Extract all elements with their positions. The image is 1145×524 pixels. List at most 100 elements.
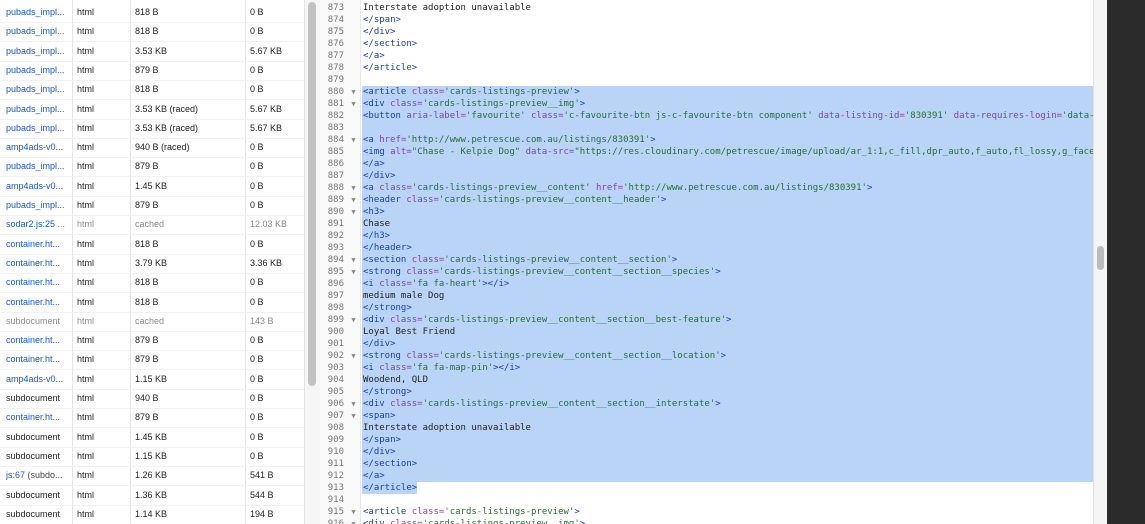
- request-transferred: 940 B (raced): [135, 142, 190, 153]
- request-name: pubads_impl...: [6, 196, 68, 215]
- line-number: 885: [327, 147, 344, 157]
- network-row[interactable]: sodar2.js:25 ... html cached 12.03 KB: [0, 215, 304, 236]
- line-number: 909: [327, 435, 344, 445]
- fold-triangle-icon[interactable]: ▼: [349, 266, 358, 278]
- line-code: </div>: [362, 338, 1093, 350]
- code-string: 'cards-listings-preview__img': [422, 99, 580, 109]
- request-transferred: 1.14 KB: [135, 508, 168, 519]
- line-code: Chase: [362, 218, 1093, 230]
- request-name-text: pubads_impl...: [6, 45, 65, 56]
- network-row[interactable]: pubads_impl... html 3.53 KB 5.67 KB: [0, 42, 304, 62]
- network-row[interactable]: amp4ads-v0... html 940 B (raced) 0 B: [0, 138, 304, 159]
- network-scrollbar-thumb[interactable]: [308, 2, 316, 386]
- request-type: html: [77, 238, 95, 249]
- code-string: 'cards-listings-preview__img': [422, 519, 580, 524]
- line-code: <article class='cards-listings-preview'>: [362, 86, 1093, 98]
- source-line: 879: [320, 74, 1093, 86]
- source-scrollbar-thumb[interactable]: [1097, 246, 1104, 270]
- fold-triangle-icon[interactable]: ▼: [349, 98, 358, 110]
- fold-triangle-icon[interactable]: ▼: [349, 254, 358, 266]
- source-line: 889 ▼ <header class='cards-listings-previe…: [320, 194, 1093, 206]
- network-row[interactable]: subdocument html 1.45 KB 0 B: [0, 428, 304, 448]
- fold-triangle-icon[interactable]: ▼: [349, 518, 358, 524]
- code-tag: <strong: [363, 267, 407, 277]
- network-row[interactable]: pubads_impl... html 879 B 0 B: [0, 157, 304, 178]
- line-number: 906: [327, 399, 344, 409]
- line-number: 901: [327, 339, 344, 349]
- fold-triangle-icon[interactable]: ▼: [349, 410, 358, 422]
- network-row[interactable]: container.ht... html 818 B 0 B: [0, 235, 304, 255]
- fold-triangle-icon[interactable]: ▼: [349, 314, 358, 326]
- network-row[interactable]: pubads_impl... html 3.53 KB (raced) 5.67 KB: [0, 100, 304, 120]
- network-row[interactable]: pubads_impl... html 3.53 KB (raced) 5.67 KB: [0, 119, 304, 139]
- code-text: Woodend, QLD: [363, 375, 429, 385]
- network-row[interactable]: subdocument html 1.15 KB 0 B: [0, 447, 304, 467]
- source-line: 904 Woodend, QLD: [320, 374, 1093, 386]
- response-source-view: 873 Interstate adoption unavailable 874 </s…: [320, 0, 1093, 524]
- network-row[interactable]: pubads_impl... html 879 B 0 B: [0, 196, 304, 216]
- request-size: 0 B: [250, 373, 264, 384]
- fold-triangle-icon[interactable]: ▼: [349, 194, 358, 206]
- source-line: 909 </span>: [320, 434, 1093, 446]
- network-scrollbar[interactable]: [304, 0, 321, 524]
- network-row[interactable]: container.ht... html 879 B 0 B: [0, 331, 304, 352]
- network-row[interactable]: subdocument html 940 B 0 B: [0, 389, 304, 409]
- request-transferred: 1.15 KB: [135, 450, 168, 461]
- line-number: 873: [327, 3, 344, 13]
- fold-triangle-icon[interactable]: ▼: [349, 182, 358, 194]
- fold-triangle-icon[interactable]: ▼: [349, 506, 358, 518]
- line-code: Loyal Best Friend: [362, 326, 1093, 338]
- source-line: 874 </span>: [320, 14, 1093, 26]
- code-tag: <article: [363, 507, 412, 517]
- request-transferred: 818 B: [135, 296, 159, 307]
- network-row[interactable]: subdocument html cached 143 B: [0, 312, 304, 332]
- code-tag: <img: [363, 147, 391, 157]
- network-row[interactable]: pubads_impl... html 879 B 0 B: [0, 61, 304, 81]
- network-row[interactable]: pubads_impl... html 818 B 0 B: [0, 80, 304, 101]
- fold-triangle-icon[interactable]: ▼: [349, 398, 358, 410]
- line-number: 878: [327, 63, 344, 73]
- code-attr: class=: [406, 267, 439, 277]
- code-tag: </span>: [363, 435, 401, 445]
- line-code: </section>: [363, 38, 417, 50]
- code-tag: >: [579, 519, 586, 524]
- fold-triangle-icon[interactable]: ▼: [349, 134, 358, 146]
- network-row[interactable]: amp4ads-v0... html 1.45 KB 0 B: [0, 177, 304, 197]
- line-number: 876: [327, 39, 344, 49]
- network-row[interactable]: container.ht... html 879 B 0 B: [0, 408, 304, 429]
- network-row[interactable]: container.ht... html 3.79 KB 3.36 KB: [0, 254, 304, 274]
- fold-triangle-icon[interactable]: ▼: [349, 86, 358, 98]
- code-string: 'favourite': [465, 111, 526, 121]
- fold-triangle-icon[interactable]: ▼: [349, 350, 358, 362]
- request-size: 0 B: [250, 450, 264, 461]
- network-row[interactable]: pubads_impl... html 818 B 0 B: [0, 3, 304, 23]
- network-row[interactable]: pubads_impl... html 818 B 0 B: [0, 22, 304, 43]
- code-text: medium male Dog: [363, 291, 445, 301]
- request-size: 5.67 KB: [250, 45, 283, 56]
- source-line: 894 ▼ <section class='cards-listings-previ…: [320, 254, 1093, 266]
- request-name: subdocument: [6, 447, 68, 466]
- network-row[interactable]: amp4ads-v0... html 1.15 KB 0 B: [0, 370, 304, 390]
- request-name-text: container.ht...: [6, 257, 61, 268]
- network-row[interactable]: container.ht... html 879 B 0 B: [0, 350, 304, 371]
- code-tag: </div>: [363, 447, 396, 457]
- network-row[interactable]: container.ht... html 818 B 0 B: [0, 273, 304, 294]
- request-type: html: [77, 142, 95, 153]
- code-tag: ></i>: [482, 279, 510, 289]
- source-line: 899 ▼ <div class='cards-listings-preview__…: [320, 314, 1093, 326]
- fold-triangle-icon[interactable]: ▼: [349, 206, 358, 218]
- network-row[interactable]: subdocument html 1.36 KB 544 B: [0, 486, 304, 506]
- code-attr: class=: [390, 99, 423, 109]
- line-code: </article>: [362, 482, 418, 494]
- code-tag: <a: [363, 183, 380, 193]
- request-name: pubads_impl...: [6, 100, 68, 119]
- network-row[interactable]: subdocument html 1.14 KB 194 B: [0, 505, 304, 524]
- code-string: "https://res.cloudinary.com/petrescue/im…: [574, 147, 1093, 157]
- network-row[interactable]: container.ht... html 818 B 0 B: [0, 293, 304, 313]
- network-row[interactable]: js:67 (subdo... html 1.26 KB 541 B: [0, 466, 304, 487]
- line-code: [362, 122, 1093, 134]
- request-transferred: 879 B: [135, 161, 159, 172]
- line-number: 895: [327, 267, 344, 277]
- line-code: <div class='cards-listings-preview__img'…: [363, 518, 585, 524]
- source-scrollbar[interactable]: [1093, 0, 1108, 524]
